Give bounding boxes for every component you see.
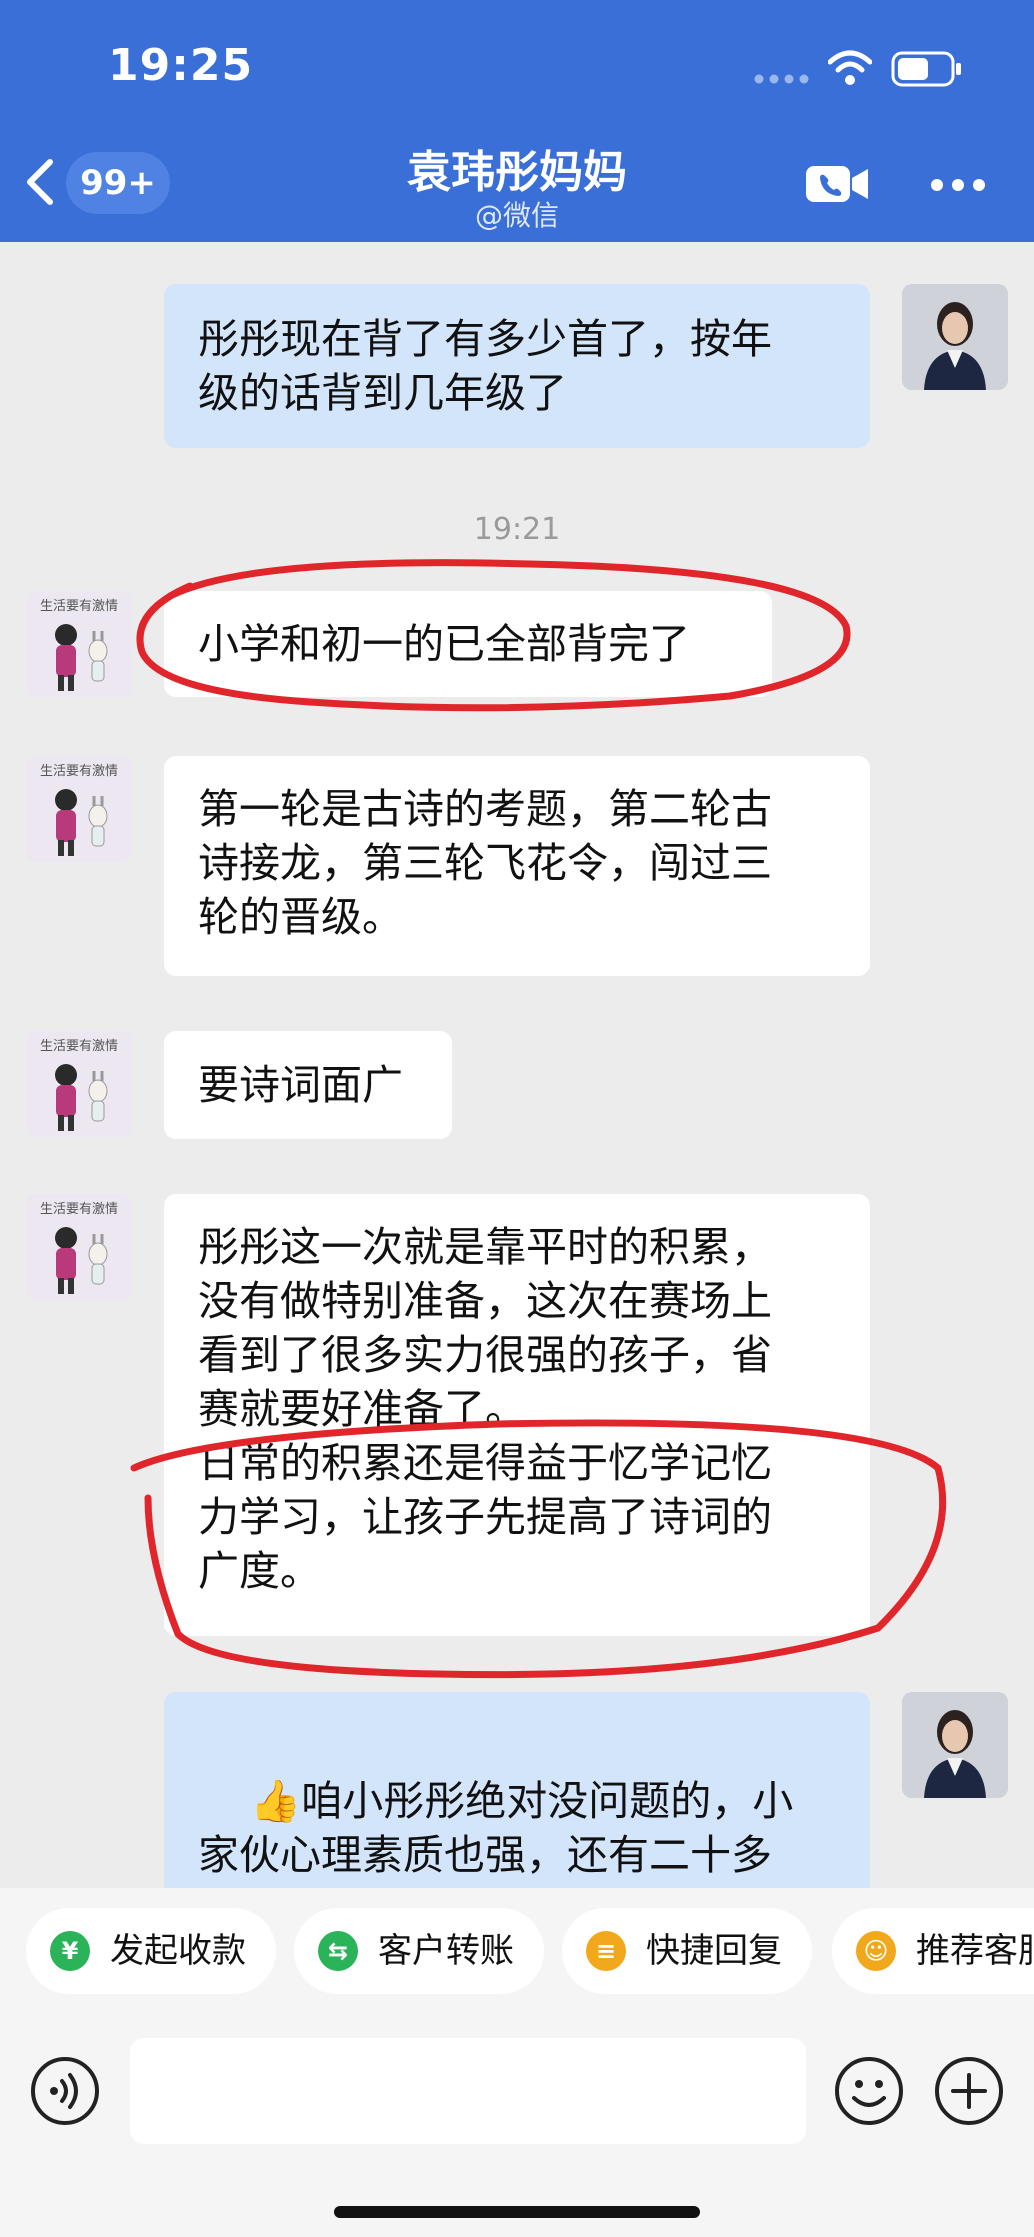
message-bubble-sent[interactable]: 彤彤现在背了有多少首了，按年 级的话背到几年级了	[164, 284, 870, 448]
message-bubble-received[interactable]: 彤彤这一次就是靠平时的积累， 没有做特别准备，这次在赛场上 看到了很多实力很强的…	[164, 1194, 870, 1636]
quick-action-label: 发起收款	[110, 1931, 246, 1971]
chat-header: 19:25 99+ 袁玮彤妈妈 @微信	[0, 0, 1034, 242]
avatar-parent[interactable]: 生活要有激情	[26, 756, 132, 862]
message-bubble-received[interactable]: 第一轮是古诗的考题，第二轮古 诗接龙，第三轮飞花令，闯过三 轮的晋级。	[164, 756, 870, 976]
message-input-bar	[0, 2016, 1034, 2237]
thumbs-up-emoji: 👍	[250, 1777, 302, 1825]
avatar-agent[interactable]	[902, 1692, 1008, 1798]
message-bubble-received[interactable]: 小学和初一的已全部背完了	[164, 591, 772, 697]
status-time: 19:25	[108, 40, 254, 91]
parent-avatar-cartoon	[55, 1227, 108, 1294]
quick-action-label: 客户转账	[378, 1931, 514, 1971]
avatar-parent[interactable]: 生活要有激情	[26, 1031, 132, 1137]
quick-action-customer-transfer[interactable]: ⇆ 客户转账	[294, 1908, 544, 1994]
video-call-icon[interactable]	[806, 164, 870, 204]
wifi-icon	[828, 50, 872, 85]
transfer-icon: ⇆	[318, 1931, 358, 1971]
quick-reply-icon: ≡	[586, 1931, 626, 1971]
chat-title: 袁玮彤妈妈	[407, 147, 627, 198]
voice-input-icon[interactable]	[30, 2056, 100, 2126]
parent-avatar-cartoon	[55, 789, 108, 856]
avatar-agent[interactable]	[902, 284, 1008, 390]
quick-action-quick-reply[interactable]: ≡ 快捷回复	[562, 1908, 812, 1994]
quick-actions-bar: ¥ 发起收款 ⇆ 客户转账 ≡ 快捷回复 ☺ 推荐客服	[0, 1888, 1034, 2016]
agent-avatar-portrait	[902, 284, 1008, 390]
avatar-parent[interactable]: 生活要有激情	[26, 1194, 132, 1300]
avatar-parent[interactable]: 生活要有激情	[26, 591, 132, 697]
message-timestamp: 19:21	[473, 512, 561, 547]
quick-action-collect-payment[interactable]: ¥ 发起收款	[26, 1908, 276, 1994]
emoji-icon[interactable]	[834, 2056, 904, 2126]
quick-action-recommend-service[interactable]: ☺ 推荐客服	[832, 1908, 1034, 1994]
quick-action-label: 推荐客服	[916, 1931, 1034, 1971]
message-bubble-sent[interactable]: 👍咱小彤彤绝对没问题的，小 家伙心理素质也强，还有二十多 天，再加强复习，冲进省…	[164, 1692, 870, 1888]
plus-icon[interactable]	[934, 2056, 1004, 2126]
quick-action-label: 快捷回复	[646, 1931, 782, 1971]
chat-subtitle: @微信	[474, 199, 559, 232]
battery-icon	[891, 51, 961, 87]
yuan-icon: ¥	[50, 1931, 90, 1971]
parent-avatar-cartoon	[55, 624, 108, 691]
cellular-signal-icon	[754, 74, 809, 84]
more-options-icon[interactable]	[930, 178, 986, 192]
message-bubble-received[interactable]: 要诗词面广	[164, 1031, 452, 1139]
message-text-input[interactable]	[130, 2038, 806, 2144]
recommend-service-icon: ☺	[856, 1931, 896, 1971]
home-indicator	[334, 2206, 700, 2218]
agent-avatar-portrait	[902, 1692, 1008, 1798]
parent-avatar-cartoon	[55, 1064, 108, 1131]
